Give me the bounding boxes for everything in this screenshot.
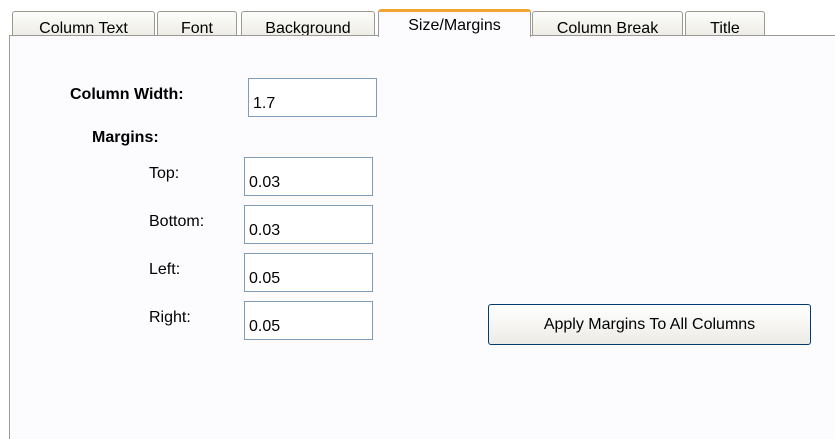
tab-column-break[interactable]: Column Break — [532, 11, 683, 37]
right-margin-field[interactable] — [244, 301, 373, 340]
tab-font[interactable]: Font — [157, 11, 237, 37]
bottom-margin-label: Bottom: — [149, 213, 205, 230]
tab-title[interactable]: Title — [685, 11, 765, 37]
column-width-label: Column Width: — [70, 86, 184, 103]
top-margin-field[interactable] — [244, 157, 373, 196]
bottom-margin-field[interactable] — [244, 205, 373, 244]
margins-heading: Margins: — [92, 129, 159, 146]
apply-margins-button[interactable]: Apply Margins To All Columns — [488, 304, 811, 345]
column-width-field[interactable] — [248, 78, 377, 117]
left-margin-field[interactable] — [244, 253, 373, 292]
top-margin-label: Top: — [149, 165, 180, 182]
left-margin-label: Left: — [149, 261, 181, 278]
tab-column-text[interactable]: Column Text — [12, 11, 155, 37]
tab-strip: Column Text Font Background Size/Margins… — [0, 0, 835, 40]
tab-size-margins[interactable]: Size/Margins — [378, 9, 531, 37]
tab-background[interactable]: Background — [241, 11, 375, 37]
size-margins-panel: Column Width: Margins: Top: Bottom: Left… — [9, 35, 835, 439]
right-margin-label: Right: — [149, 309, 191, 326]
